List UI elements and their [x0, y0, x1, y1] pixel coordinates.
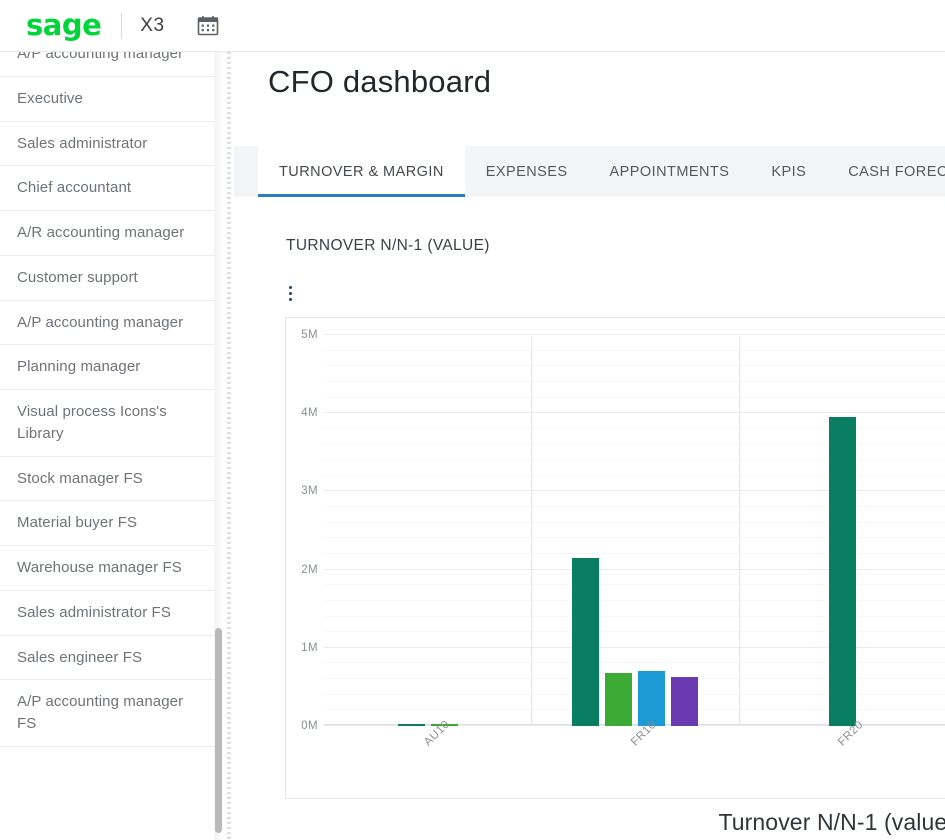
sidebar-item[interactable]: Stock manager FS — [0, 457, 214, 502]
chart-gridline-major — [324, 412, 945, 413]
sidebar-item[interactable]: Warehouse manager FS — [0, 546, 214, 591]
sidebar-item[interactable]: Sales engineer FS — [0, 636, 214, 681]
page-title: CFO dashboard — [268, 64, 491, 100]
chart-ytick-label: 3M — [301, 485, 318, 497]
chart-ytick-label: 2M — [301, 564, 318, 576]
chart-category-separator — [739, 337, 740, 726]
sidebar-item[interactable]: Sales administrator — [0, 122, 214, 167]
chart-bar[interactable] — [671, 677, 698, 726]
chart-ytick-label: 5M — [301, 329, 318, 341]
header-divider — [121, 13, 122, 39]
tab-appointments[interactable]: APPOINTMENTS — [589, 146, 751, 197]
sidebar-item[interactable]: Sales administrator FS — [0, 591, 214, 636]
chart-ytick-label: 1M — [301, 642, 318, 654]
chart-ytick-label: 4M — [301, 407, 318, 419]
kebab-menu-icon[interactable] — [285, 286, 299, 306]
sidebar-item[interactable]: A/R accounting manager — [0, 211, 214, 256]
sidebar-item[interactable]: Material buyer FS — [0, 501, 214, 546]
chart-gridline-minor — [324, 350, 945, 351]
sidebar-item[interactable]: A/P accounting manager — [0, 52, 214, 77]
chart-gridline-major — [324, 334, 945, 335]
chart-title: TURNOVER N/N-1 (VALUE) — [286, 237, 490, 255]
tab-cash-forecast[interactable]: CASH FORECAST — [827, 146, 945, 197]
tab-expenses[interactable]: EXPENSES — [465, 146, 589, 197]
chart-gridline-minor — [324, 397, 945, 398]
chart-card: TURNOVER N/N-1 (VALUE) 0M1M2M3M4M5MAU10F… — [258, 197, 945, 839]
sidebar-item[interactable]: Visual process Icons's Library — [0, 390, 214, 457]
sidebar-scrollbar-thumb[interactable] — [215, 628, 222, 833]
chart-category-separator — [531, 337, 532, 726]
chart-bar[interactable] — [638, 671, 665, 726]
sidebar-item[interactable]: Planning manager — [0, 345, 214, 390]
sidebar-item[interactable]: Customer support — [0, 256, 214, 301]
chart-subtitle: Turnover N/N-1 (value) — [718, 809, 945, 836]
calendar-icon[interactable] — [197, 15, 219, 36]
tab-bar: TURNOVER & MARGINEXPENSESAPPOINTMENTSKPI… — [234, 146, 945, 197]
sidebar-item[interactable]: A/P accounting manager — [0, 301, 214, 346]
product-name: X3 — [140, 15, 164, 37]
sidebar-item[interactable]: Executive — [0, 77, 214, 122]
tab-list: TURNOVER & MARGINEXPENSESAPPOINTMENTSKPI… — [234, 146, 945, 197]
tab-kpis[interactable]: KPIS — [750, 146, 827, 197]
main-content: CFO dashboard TURNOVER & MARGINEXPENSESA… — [234, 52, 945, 840]
top-header: sage X3 — [0, 0, 945, 52]
dotted-divider — [227, 52, 231, 840]
chart-bar[interactable] — [829, 417, 856, 726]
chart-gridline-minor — [324, 381, 945, 382]
chart-plot-area: 0M1M2M3M4M5MAU10FR10FR20 — [324, 337, 945, 726]
chart-bar[interactable] — [605, 673, 632, 726]
chart-bar[interactable] — [572, 558, 599, 726]
chart-gridline-minor — [324, 365, 945, 366]
chart-xtick-label: AU10 — [422, 718, 452, 748]
sidebar-item[interactable]: Chief accountant — [0, 166, 214, 211]
sidebar[interactable]: A/P accounting managerExecutiveSales adm… — [0, 52, 214, 840]
chart-plot-frame: 0M1M2M3M4M5MAU10FR10FR20 — [285, 317, 945, 799]
chart-bar[interactable] — [398, 724, 425, 726]
sidebar-item[interactable]: A/P accounting manager FS — [0, 680, 214, 747]
tab-turnover-margin[interactable]: TURNOVER & MARGIN — [258, 146, 465, 197]
chart-ytick-label: 0M — [301, 720, 318, 732]
sage-logo[interactable]: sage — [26, 11, 101, 40]
